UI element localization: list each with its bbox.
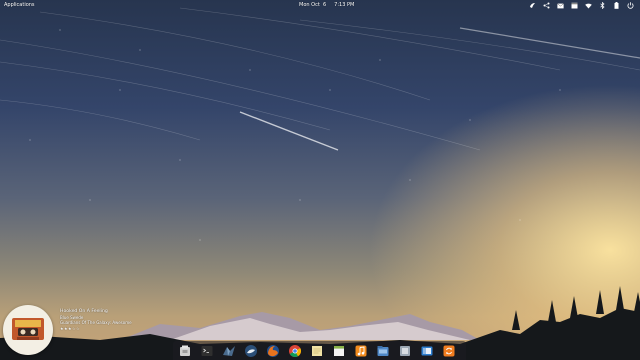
clock-time: 7:13 PM — [334, 2, 355, 8]
mail-app-icon[interactable] — [221, 343, 236, 358]
track-rating[interactable]: ★★★☆☆ — [60, 326, 132, 332]
terminal-icon[interactable] — [199, 343, 214, 358]
calendar-indicator-icon[interactable] — [571, 2, 578, 9]
album-art — [3, 305, 53, 355]
cassette-icon — [12, 318, 44, 340]
shotwell-icon[interactable] — [243, 343, 258, 358]
track-info: Hooked On A Feeling Blue Swede Guardians… — [60, 309, 132, 331]
battery-icon[interactable] — [613, 2, 620, 9]
power-icon[interactable] — [627, 2, 634, 9]
mail-icon[interactable] — [557, 2, 564, 9]
applications-menu[interactable]: Applications — [4, 0, 35, 11]
top-panel: Applications Mon Oct 6 7:13 PM — [0, 0, 640, 11]
update-icon[interactable] — [441, 343, 456, 358]
calendar-app-icon[interactable] — [331, 343, 346, 358]
clock[interactable]: Mon Oct 6 7:13 PM — [299, 0, 354, 11]
system-tray — [529, 1, 634, 10]
notes-icon[interactable] — [309, 343, 324, 358]
clock-date: Mon Oct 6 — [299, 2, 327, 8]
share-icon[interactable] — [543, 2, 550, 9]
wifi-icon[interactable] — [585, 2, 592, 9]
dock — [173, 341, 466, 360]
now-playing-widget[interactable]: Hooked On A Feeling Blue Swede Guardians… — [3, 305, 153, 357]
music-icon[interactable] — [353, 343, 368, 358]
bird-indicator-icon[interactable] — [529, 2, 536, 9]
screenshot-icon[interactable] — [397, 343, 412, 358]
files-icon[interactable] — [177, 343, 192, 358]
bluetooth-icon[interactable] — [599, 2, 606, 9]
file-manager-icon[interactable] — [375, 343, 390, 358]
chrome-icon[interactable] — [287, 343, 302, 358]
switchboard-icon[interactable] — [419, 343, 434, 358]
track-album: Guardians Of The Galaxy: Awesome — [60, 320, 132, 325]
firefox-icon[interactable] — [265, 343, 280, 358]
